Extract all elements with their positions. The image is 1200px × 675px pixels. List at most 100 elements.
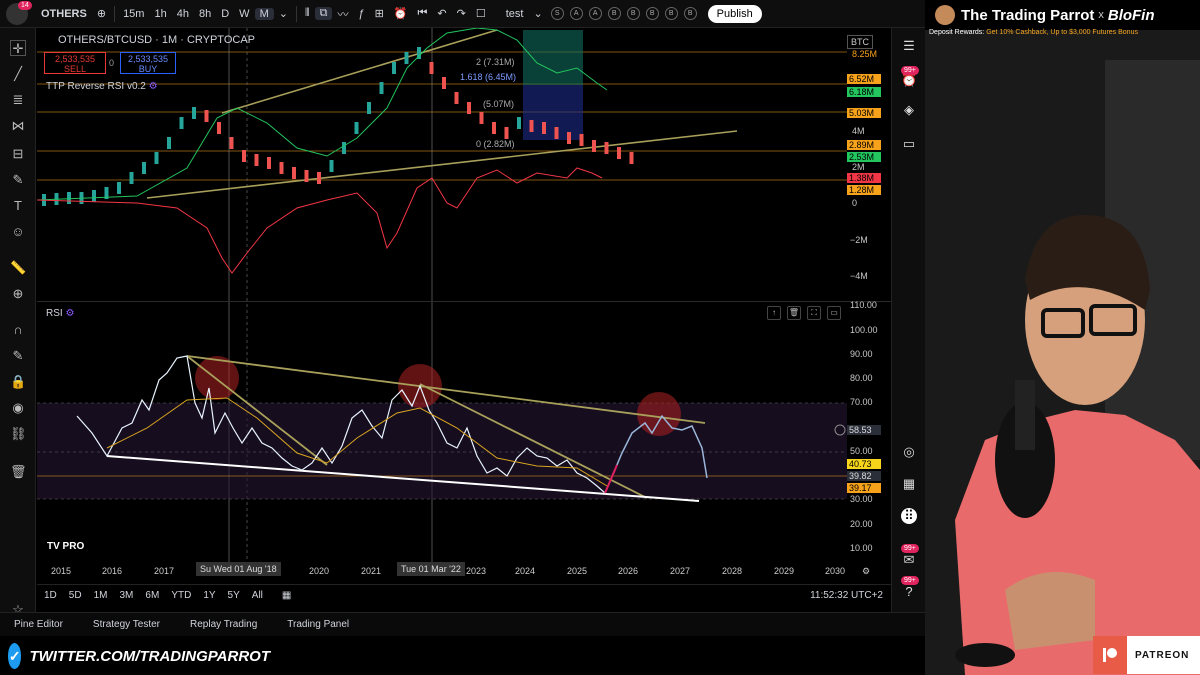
range-all[interactable]: All <box>252 590 263 601</box>
undo-icon[interactable]: ↶ <box>432 7 451 20</box>
chevron-down-icon[interactable]: ⌄ <box>274 7 293 20</box>
lock-drawing-icon[interactable]: ✎ <box>10 348 26 364</box>
emoji-icon[interactable]: ☺ <box>10 224 26 240</box>
range-bar: 1D 5D 1M 3M 6M YTD 1Y 5Y All ▦ 11:52:32 … <box>37 584 891 606</box>
x-axis-label: 2023 <box>466 566 487 576</box>
range-3m[interactable]: 3M <box>120 590 134 601</box>
position-icon[interactable]: ⊟ <box>10 146 26 162</box>
fib-icon[interactable]: ≣ <box>10 92 26 108</box>
interval-15m[interactable]: 15m <box>118 8 149 20</box>
tab-trading-panel[interactable]: Trading Panel <box>287 619 349 630</box>
calendar-icon[interactable]: ▦ <box>901 476 917 492</box>
sell-button[interactable]: 2,533,535 SELL <box>44 52 106 74</box>
circle-b-icon[interactable]: B <box>683 7 697 20</box>
crosshair-icon[interactable]: ✛ <box>10 40 26 56</box>
interval-w[interactable]: W <box>234 8 254 20</box>
magnet-icon[interactable]: ∩ <box>10 322 26 338</box>
candle <box>154 152 159 164</box>
circle-b-icon[interactable]: B <box>607 7 621 20</box>
interval-m[interactable]: M <box>254 7 274 20</box>
rsi-tag: 40.73 <box>847 459 881 469</box>
eye-icon[interactable]: ◉ <box>10 400 26 416</box>
tab-strategy-tester[interactable]: Strategy Tester <box>93 619 160 630</box>
interval-8h[interactable]: 8h <box>194 8 216 20</box>
currency-label[interactable]: BTC <box>847 35 873 49</box>
range-ytd[interactable]: YTD <box>171 590 191 601</box>
circle-b-icon[interactable]: B <box>645 7 659 20</box>
bell-icon[interactable]: ✉ <box>901 552 917 568</box>
symbol-search[interactable]: OTHERS <box>36 8 92 20</box>
alert-icon[interactable]: ⏰ <box>389 7 413 20</box>
calendar-icon[interactable]: ▦ <box>282 590 291 601</box>
candle <box>192 107 196 119</box>
interval-1h[interactable]: 1h <box>149 8 171 20</box>
clock[interactable]: 11:52:32 UTC+2 <box>810 590 883 601</box>
candle <box>567 132 571 144</box>
range-5y[interactable]: 5Y <box>228 590 240 601</box>
replay-icon[interactable]: ⏮ <box>412 7 432 20</box>
publish-button[interactable]: Publish <box>707 4 762 23</box>
x-axis-label: 2020 <box>309 566 330 576</box>
circle-b-icon[interactable]: B <box>626 7 640 20</box>
maximize-pane-icon[interactable]: ⛶ <box>807 306 821 320</box>
rsi-name: RSI <box>46 308 63 319</box>
right-toolbar: ☰ ⏰ 99+ ◈ ▭ ◎ ▦ ⠿ 99+ ✉ 99+ ? <box>891 28 925 612</box>
indicator-name: TTP Reverse RSI v0.2 <box>46 81 146 92</box>
circle-b-icon[interactable]: B <box>664 7 678 20</box>
menu-avatar[interactable]: 14 <box>6 0 32 25</box>
fullscreen-icon[interactable]: ☐ <box>471 7 491 20</box>
bar-style-icon[interactable]: ⫴ <box>300 7 315 20</box>
x-axis-label: 2029 <box>774 566 795 576</box>
chevron-down-icon[interactable]: ⌄ <box>528 7 547 20</box>
add-symbol-icon[interactable]: ⊕ <box>92 7 111 20</box>
range-1m[interactable]: 1M <box>94 590 108 601</box>
settings-icon[interactable]: ⚙ <box>149 81 158 92</box>
circle-a-icon[interactable]: A <box>569 7 583 20</box>
tab-replay-trading[interactable]: Replay Trading <box>190 619 257 630</box>
candle-style-icon[interactable]: ⧉ <box>314 7 333 20</box>
move-up-icon[interactable]: ↑ <box>767 306 781 320</box>
link-icon[interactable]: ⛓ <box>10 426 27 442</box>
layers-icon[interactable]: ◈ <box>901 102 917 118</box>
ruler-icon[interactable]: 📏 <box>10 260 26 276</box>
rsi-axis-label: 80.00 <box>850 373 873 383</box>
brush-icon[interactable]: ✎ <box>10 172 26 188</box>
redo-icon[interactable]: ↷ <box>452 7 471 20</box>
pane-divider[interactable] <box>37 301 891 302</box>
lock-icon[interactable]: 🔒 <box>10 374 26 390</box>
ideas-icon[interactable]: ◎ <box>901 444 917 460</box>
range-1d[interactable]: 1D <box>44 590 57 601</box>
fib-label-1618: 1.618 (6.45M) <box>460 72 517 82</box>
pattern-icon[interactable]: ⋈ <box>10 118 26 134</box>
templates-icon[interactable]: ⊞ <box>370 7 389 20</box>
chart-symbol-title: OTHERS/BTCUSD · 1M · CRYPTOCAP <box>58 34 256 46</box>
circle-a-icon[interactable]: A <box>588 7 602 20</box>
layout-name[interactable]: test <box>501 8 529 20</box>
line-style-icon[interactable]: 〰 <box>332 6 353 22</box>
axis-settings-icon[interactable]: ⚙ <box>862 566 870 577</box>
interval-4h[interactable]: 4h <box>172 8 194 20</box>
settings-icon[interactable]: ⚙ <box>65 308 74 319</box>
interval-d[interactable]: D <box>216 8 234 20</box>
delete-pane-icon[interactable]: 🗑 <box>787 306 801 320</box>
help-icon[interactable]: ? <box>901 584 917 600</box>
range-6m[interactable]: 6M <box>145 590 159 601</box>
range-5d[interactable]: 5D <box>69 590 82 601</box>
axis-label: 0 <box>852 198 858 208</box>
chat-icon[interactable]: ▭ <box>901 136 917 152</box>
trash-icon[interactable]: 🗑 <box>10 464 27 480</box>
indicators-icon[interactable]: ƒ <box>353 8 369 20</box>
apps-icon[interactable]: ⠿ <box>901 508 917 524</box>
buy-button[interactable]: 2,533,535 BUY <box>120 52 176 74</box>
tab-pine-editor[interactable]: Pine Editor <box>14 619 63 630</box>
rsi-axis-label: 50.00 <box>850 446 873 456</box>
watchlist-icon[interactable]: ☰ <box>901 38 917 54</box>
candle <box>442 77 446 89</box>
circle-s-icon[interactable]: S <box>550 7 564 20</box>
price-chart[interactable] <box>37 28 891 583</box>
trendline-icon[interactable]: ╱ <box>10 66 26 82</box>
collapse-pane-icon[interactable]: ▭ <box>827 306 841 320</box>
range-1y[interactable]: 1Y <box>203 590 215 601</box>
text-icon[interactable]: T <box>10 198 26 214</box>
zoom-icon[interactable]: ⊕ <box>10 286 26 302</box>
